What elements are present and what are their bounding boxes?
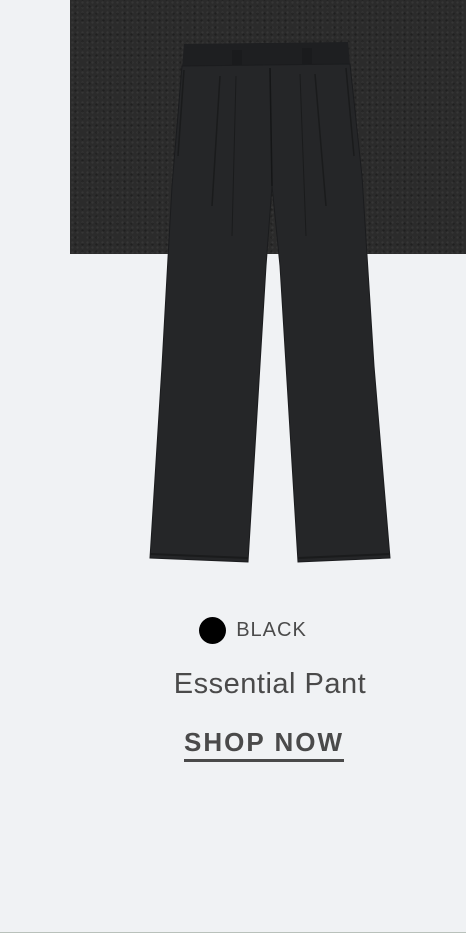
product-title[interactable]: Essential Pant: [0, 668, 466, 701]
color-swatch-black[interactable]: [199, 616, 227, 644]
product-card[interactable]: BLACK Essential Pant SHOP NOW: [0, 0, 466, 933]
color-selector[interactable]: BLACK: [0, 615, 466, 645]
shop-now-link[interactable]: SHOP NOW: [184, 726, 344, 762]
color-label: BLACK: [236, 618, 307, 641]
product-image[interactable]: [140, 36, 400, 570]
